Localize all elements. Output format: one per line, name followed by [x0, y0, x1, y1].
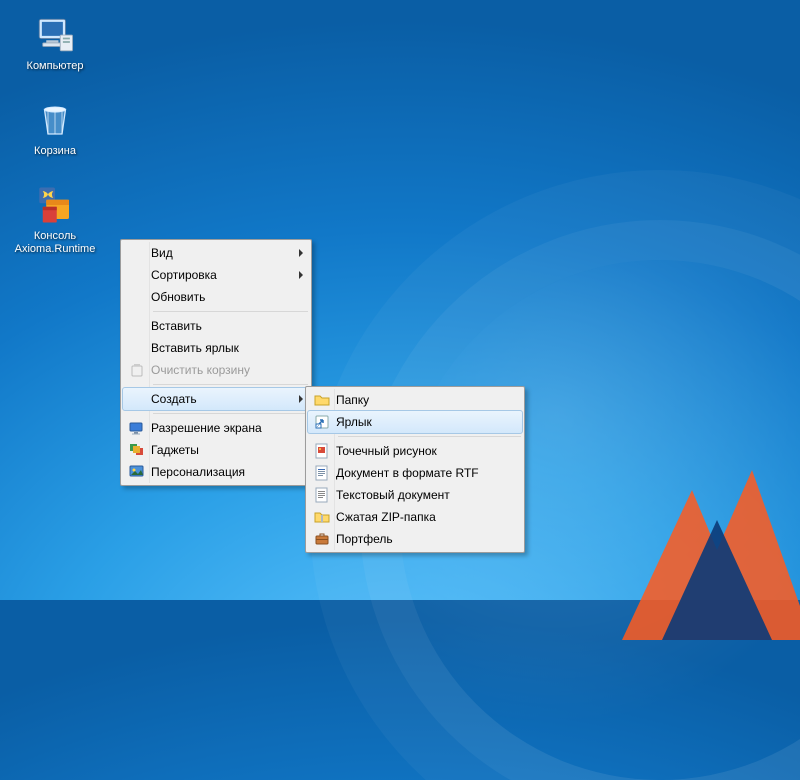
menu-item-label: Обновить	[151, 290, 205, 304]
bmp-icon	[314, 443, 330, 459]
menu-separator	[153, 311, 308, 312]
menu-item-label: Персонализация	[151, 465, 245, 479]
recyclebin-icon	[34, 99, 76, 141]
desktop-icon-recyclebin[interactable]: Корзина	[10, 95, 100, 162]
desktop-icon-console[interactable]: Консоль Axioma.Runtime	[10, 180, 100, 260]
menu-separator	[338, 436, 521, 437]
menu-item-label: Точечный рисунок	[336, 444, 437, 458]
submenu-arrow-icon	[299, 395, 303, 403]
submenu-item-briefcase[interactable]: Портфель	[308, 528, 522, 550]
briefcase-icon	[314, 531, 330, 547]
menu-item-label: Создать	[151, 392, 197, 406]
submenu-item-txt[interactable]: Текстовый документ	[308, 484, 522, 506]
menu-item-label: Разрешение экрана	[151, 421, 262, 435]
console-icon	[34, 184, 76, 226]
menu-item-label: Вид	[151, 246, 173, 260]
menu-item-view[interactable]: Вид	[123, 242, 309, 264]
submenu-arrow-icon	[299, 249, 303, 257]
zip-icon	[314, 509, 330, 525]
wallpaper-accent	[622, 450, 800, 640]
submenu-item-folder[interactable]: Папку	[308, 389, 522, 411]
desktop-icon-label: Компьютер	[27, 60, 84, 73]
gadgets-icon	[129, 442, 145, 458]
personalize-icon	[129, 464, 145, 480]
menu-item-label: Ярлык	[336, 415, 372, 429]
new-submenu: Папку Ярлык Точечный р	[305, 386, 525, 553]
submenu-item-shortcut[interactable]: Ярлык	[307, 410, 523, 434]
display-icon	[129, 420, 145, 436]
menu-item-paste[interactable]: Вставить	[123, 315, 309, 337]
menu-item-label: Вставить ярлык	[151, 341, 239, 355]
menu-item-label: Очистить корзину	[151, 363, 250, 377]
computer-icon	[34, 14, 76, 56]
menu-item-label: Гаджеты	[151, 443, 199, 457]
desktop-icons: Компьютер Корзина Консоль Axioma.Runtime	[10, 10, 100, 278]
menu-item-label: Документ в формате RTF	[336, 466, 479, 480]
menu-item-refresh[interactable]: Обновить	[123, 286, 309, 308]
menu-separator	[153, 413, 308, 414]
desktop-icon-label: Консоль Axioma.Runtime	[12, 230, 98, 256]
menu-item-label: Портфель	[336, 532, 393, 546]
menu-item-label: Папку	[336, 393, 369, 407]
submenu-item-rtf[interactable]: Документ в формате RTF	[308, 462, 522, 484]
menu-item-personalize[interactable]: Персонализация	[123, 461, 309, 483]
menu-item-label: Вставить	[151, 319, 202, 333]
txt-icon	[314, 487, 330, 503]
shortcut-icon	[314, 414, 330, 430]
submenu-item-zip[interactable]: Сжатая ZIP-папка	[308, 506, 522, 528]
menu-item-screen-resolution[interactable]: Разрешение экрана	[123, 417, 309, 439]
menu-separator	[153, 384, 308, 385]
desktop-context-menu: Вид Сортировка Обновить Вставить Вставит…	[120, 239, 312, 486]
submenu-item-bitmap[interactable]: Точечный рисунок	[308, 440, 522, 462]
desktop-icon-label: Корзина	[34, 145, 76, 158]
menu-item-empty-recycle: Очистить корзину	[123, 359, 309, 381]
rtf-icon	[314, 465, 330, 481]
menu-item-new[interactable]: Создать	[122, 387, 310, 411]
desktop-icon-computer[interactable]: Компьютер	[10, 10, 100, 77]
menu-item-label: Текстовый документ	[336, 488, 450, 502]
trash-icon	[129, 362, 145, 378]
menu-item-sort[interactable]: Сортировка	[123, 264, 309, 286]
menu-item-label: Сортировка	[151, 268, 217, 282]
submenu-arrow-icon	[299, 271, 303, 279]
menu-item-paste-shortcut[interactable]: Вставить ярлык	[123, 337, 309, 359]
menu-item-label: Сжатая ZIP-папка	[336, 510, 436, 524]
folder-icon	[314, 392, 330, 408]
menu-item-gadgets[interactable]: Гаджеты	[123, 439, 309, 461]
